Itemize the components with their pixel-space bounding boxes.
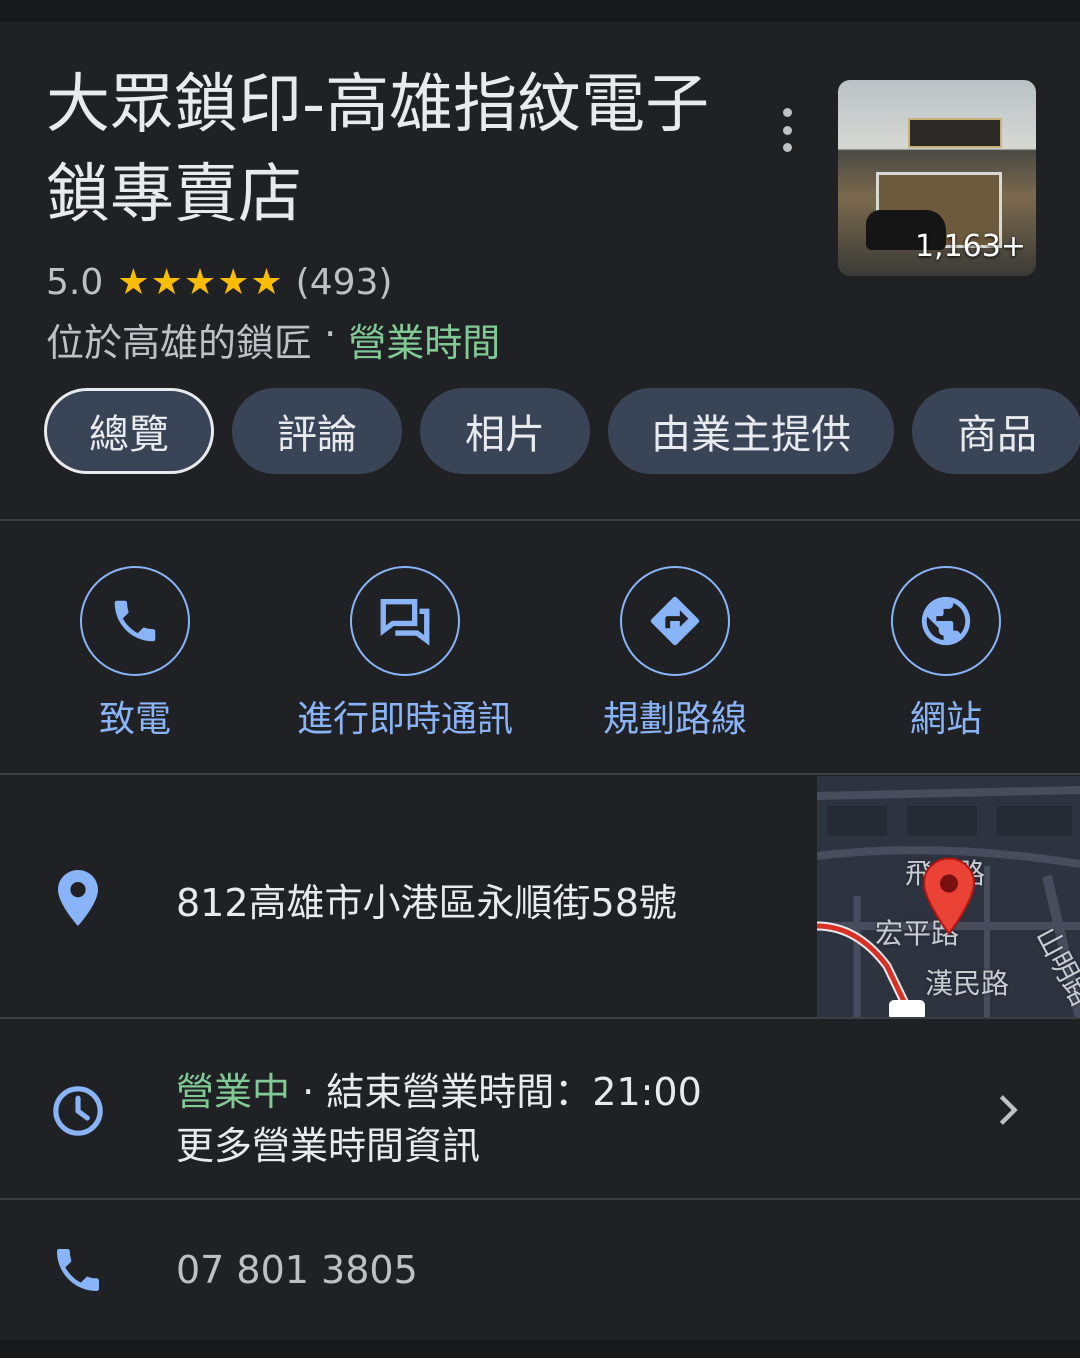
- map-label-hanmin: 漢民路: [925, 967, 1010, 1000]
- star-icon: ★: [217, 261, 250, 303]
- map-thumbnail[interactable]: 飛 路 宏平路 漢民路 山明路: [817, 776, 1080, 1018]
- hours-link[interactable]: 營業時間: [348, 312, 500, 367]
- storefront-sign: [908, 118, 1002, 148]
- call-button[interactable]: [80, 566, 190, 676]
- call-action[interactable]: 致電: [79, 566, 191, 742]
- action-buttons: 致電 進行即時通訊 規劃路線 網站: [0, 566, 1080, 746]
- category-label: 位於高雄的鎖匠: [46, 321, 313, 365]
- category-row: 位於高雄的鎖匠 · 營業時間: [46, 312, 500, 367]
- more-options-button[interactable]: [770, 108, 804, 152]
- photo-count: 1,163+: [914, 229, 1026, 264]
- website-action[interactable]: 網站: [888, 566, 1004, 742]
- closing-time: 結束營業時間：21:00: [326, 1070, 702, 1114]
- website-label: 網站: [909, 699, 982, 740]
- tab-from-owner[interactable]: 由業主提供: [608, 388, 894, 474]
- address-text: 812高雄市小港區永順街58號: [176, 881, 677, 925]
- place-photo-thumbnail[interactable]: 1,163+: [838, 80, 1036, 276]
- star-icon: ★: [250, 261, 283, 303]
- hours-row[interactable]: 營業中 · 結束營業時間：21:00 更多營業時間資訊: [0, 1019, 1080, 1199]
- separator-dot: ·: [290, 1070, 327, 1114]
- location-pin-icon: [48, 868, 108, 928]
- phone-icon: [114, 600, 156, 642]
- divider: [0, 519, 1080, 521]
- separator-dot: ·: [312, 312, 349, 356]
- directions-action[interactable]: 規劃路線: [600, 566, 750, 742]
- tab-reviews[interactable]: 評論: [232, 388, 402, 474]
- phone-icon: [48, 1240, 108, 1300]
- more-hours-link[interactable]: 更多營業時間資訊: [176, 1115, 480, 1170]
- call-label: 致電: [98, 699, 171, 740]
- star-icon: ★: [183, 261, 217, 303]
- chat-label: 進行即時通訊: [297, 699, 514, 740]
- review-count: (493): [295, 262, 393, 303]
- tab-bar: 總覽 評論 相片 由業主提供 商品: [44, 388, 1080, 476]
- open-status: 營業中: [176, 1070, 291, 1114]
- more-vert-icon: [782, 108, 792, 117]
- top-edge: [0, 0, 1080, 22]
- star-icon: ★: [117, 261, 150, 303]
- bottom-edge: [0, 1340, 1080, 1358]
- tab-photos[interactable]: 相片: [420, 388, 590, 474]
- chat-action[interactable]: 進行即時通訊: [297, 566, 514, 742]
- place-title: 大眾鎖印-高雄指紋電子鎖專賣店: [46, 68, 710, 232]
- phone-number: 07 801 3805: [176, 1248, 418, 1292]
- divider: [0, 773, 1080, 775]
- tab-products[interactable]: 商品: [912, 388, 1080, 474]
- directions-button[interactable]: [620, 566, 730, 676]
- directions-label: 規劃路線: [602, 699, 747, 740]
- map-marker-icon: [922, 857, 976, 936]
- directions-icon: [650, 596, 700, 646]
- rating-row[interactable]: 5.0 ★ ★ ★ ★ ★ (493): [46, 262, 392, 303]
- website-button[interactable]: [891, 566, 1001, 676]
- clock-icon: [48, 1081, 108, 1141]
- hours-status-line: 營業中 · 結束營業時間：21:00: [176, 1061, 702, 1116]
- star-rating: ★ ★ ★ ★ ★: [117, 261, 283, 303]
- phone-row[interactable]: 07 801 3805: [0, 1200, 1080, 1340]
- chat-icon: [380, 599, 430, 646]
- star-icon: ★: [150, 261, 183, 303]
- chevron-right-icon[interactable]: [988, 1088, 1028, 1132]
- rating-value: 5.0: [46, 262, 104, 303]
- globe-icon: [921, 596, 971, 646]
- chat-button[interactable]: [350, 566, 460, 676]
- tab-overview[interactable]: 總覽: [44, 388, 214, 474]
